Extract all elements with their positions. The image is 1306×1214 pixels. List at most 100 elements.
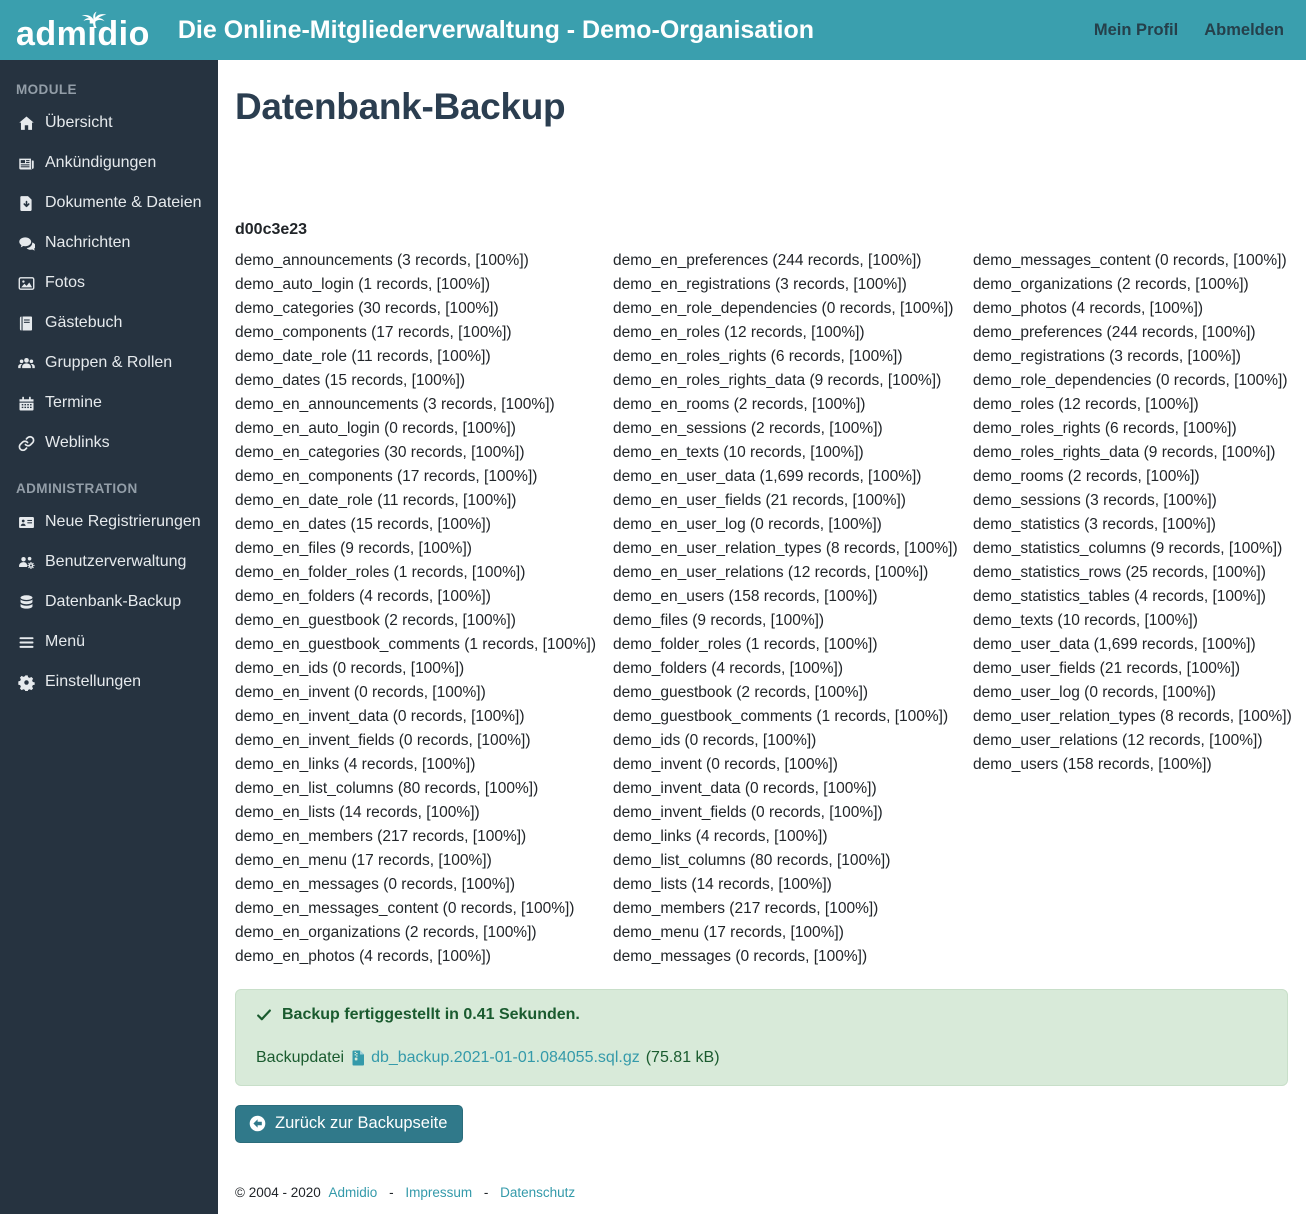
table-entry: demo_guestbook (2 records, [100%]) — [613, 683, 869, 701]
gear-icon — [16, 674, 36, 691]
sidebar-item-label: Übersicht — [45, 114, 113, 131]
table-entry: demo_en_preferences (244 records, [100%]… — [613, 251, 922, 269]
table-entry: demo_en_files (9 records, [100%]) — [235, 539, 472, 557]
table-entry: demo_en_guestbook_comments (1 records, [… — [235, 635, 597, 653]
sidebar-item-label: Nachrichten — [45, 234, 131, 251]
database-icon — [16, 594, 36, 611]
table-entry: demo_en_roles_rights (6 records, [100%]) — [613, 347, 903, 365]
table-entry: demo_en_folder_roles (1 records, [100%]) — [235, 563, 526, 581]
table-entry: demo_members (217 records, [100%]) — [613, 899, 879, 917]
alert-message: Backup fertiggestellt in 0.41 Sekunden. — [282, 1005, 580, 1023]
table-entry: demo_en_members (217 records, [100%]) — [235, 827, 527, 845]
table-entry: demo_photos (4 records, [100%]) — [973, 299, 1204, 317]
table-entry: demo_components (17 records, [100%]) — [235, 323, 512, 341]
table-entry: demo_en_invent (0 records, [100%]) — [235, 683, 486, 701]
table-entry: demo_en_folders (4 records, [100%]) — [235, 587, 491, 605]
table-entry: demo_en_lists (14 records, [100%]) — [235, 803, 480, 821]
table-entry: demo_folder_roles (1 records, [100%]) — [613, 635, 878, 653]
table-entry: demo_en_invent_data (0 records, [100%]) — [235, 707, 525, 725]
table-entry: demo_en_photos (4 records, [100%]) — [235, 947, 491, 965]
sidebar-item-label: Ankündigungen — [45, 154, 157, 171]
sidebar-item-ankundigungen[interactable]: Ankündigungen — [16, 143, 204, 183]
table-entry: demo_dates (15 records, [100%]) — [235, 371, 466, 389]
footer-link-impressum[interactable]: Impressum — [405, 1185, 472, 1200]
table-entry: demo_messages (0 records, [100%]) — [613, 947, 868, 965]
table-entry: demo_folders (4 records, [100%]) — [613, 659, 844, 677]
table-entry: demo_date_role (11 records, [100%]) — [235, 347, 491, 365]
sidebar-item-ubersicht[interactable]: Übersicht — [16, 103, 204, 143]
sidebar-item-label: Einstellungen — [45, 673, 142, 690]
sidebar-item-einstellungen[interactable]: Einstellungen — [16, 662, 204, 702]
sidebar-item-fotos[interactable]: Fotos — [16, 263, 204, 303]
table-entry: demo_organizations (2 records, [100%]) — [973, 275, 1249, 293]
table-entry: demo_menu (17 records, [100%]) — [613, 923, 844, 941]
sidebar-item-neue-registrierungen[interactable]: Neue Registrierungen — [16, 502, 204, 542]
table-entry: demo_statistics_tables (4 records, [100%… — [973, 587, 1266, 605]
sidebar: MODULE Übersicht Ankündigungen Dokumente & … — [0, 60, 218, 1214]
table-entry: demo_en_announcements (3 records, [100%]… — [235, 395, 555, 413]
newspaper-icon — [16, 155, 36, 172]
table-entry: demo_messages_content (0 records, [100%]… — [973, 251, 1287, 269]
table-entry: demo_files (9 records, [100%]) — [613, 611, 825, 629]
nav-mein-profil[interactable]: Mein Profil — [1094, 21, 1178, 40]
table-entry: demo_en_user_data (1,699 records, [100%]… — [613, 467, 922, 485]
table-entry: demo_en_invent_fields (0 records, [100%]… — [235, 731, 531, 749]
sidebar-section-administration: ADMINISTRATION — [16, 481, 138, 496]
footer-link-admidio[interactable]: Admidio — [329, 1185, 378, 1200]
sidebar-item-gruppen-rollen[interactable]: Gruppen & Rollen — [16, 343, 204, 383]
table-entry: demo_en_components (17 records, [100%]) — [235, 467, 538, 485]
header-nav: Mein Profil Abmelden — [1094, 21, 1284, 40]
table-entry: demo_user_relation_types (8 records, [10… — [973, 707, 1292, 725]
table-entry: demo_roles (12 records, [100%]) — [973, 395, 1199, 413]
backup-file-label: Backupdatei — [256, 1048, 345, 1066]
table-entry: demo_preferences (244 records, [100%]) — [973, 323, 1256, 341]
backup-file-size: (75.81 kB) — [645, 1048, 720, 1066]
sidebar-item-label: Weblinks — [45, 434, 110, 451]
table-entry: demo_en_rooms (2 records, [100%]) — [613, 395, 866, 413]
table-entry: demo_statistics_rows (25 records, [100%]… — [973, 563, 1266, 581]
table-entry: demo_ids (0 records, [100%]) — [613, 731, 817, 749]
table-list: demo_announcements (3 records, [100%]) de… — [235, 249, 1292, 969]
sidebar-item-weblinks[interactable]: Weblinks — [16, 423, 204, 463]
users-icon — [16, 355, 36, 372]
table-entry: demo_roles_rights (6 records, [100%]) — [973, 419, 1237, 437]
app-logo[interactable]: admidio — [16, 9, 150, 51]
file-archive-icon — [352, 1050, 365, 1066]
table-entry: demo_en_links (4 records, [100%]) — [235, 755, 476, 773]
app-header: admidio Die Online-Mitgliederverwaltung … — [0, 0, 1306, 60]
sidebar-item-benutzerverwaltung[interactable]: Benutzerverwaltung — [16, 542, 204, 582]
table-list-column: demo_announcements (3 records, [100%]) de… — [235, 249, 613, 969]
link-icon — [16, 435, 36, 452]
table-entry: demo_statistics_columns (9 records, [100… — [973, 539, 1283, 557]
table-entry: demo_en_role_dependencies (0 records, [1… — [613, 299, 954, 317]
check-icon — [256, 1007, 272, 1023]
sidebar-item-label: Termine — [45, 394, 102, 411]
footer-link-datenschutz[interactable]: Datenschutz — [500, 1185, 575, 1200]
sidebar-item-menu[interactable]: Menü — [16, 622, 204, 662]
table-entry: demo_user_log (0 records, [100%]) — [973, 683, 1216, 701]
palm-tree-icon — [79, 2, 109, 36]
table-entry: demo_en_menu (17 records, [100%]) — [235, 851, 492, 869]
table-entry: demo_en_messages (0 records, [100%]) — [235, 875, 516, 893]
table-entry: demo_en_sessions (2 records, [100%]) — [613, 419, 883, 437]
back-to-backup-button[interactable]: Zurück zur Backupseite — [235, 1104, 464, 1143]
sidebar-item-label: Gästebuch — [45, 314, 123, 331]
sidebar-item-label: Datenbank-Backup — [45, 593, 182, 610]
table-entry: demo_announcements (3 records, [100%]) — [235, 251, 529, 269]
sidebar-item-termine[interactable]: Termine — [16, 383, 204, 423]
nav-abmelden[interactable]: Abmelden — [1204, 21, 1284, 40]
table-entry: demo_en_dates (15 records, [100%]) — [235, 515, 491, 533]
sidebar-item-dokumente-dateien[interactable]: Dokumente & Dateien — [16, 183, 204, 223]
table-entry: demo_registrations (3 records, [100%]) — [973, 347, 1241, 365]
table-entry: demo_en_categories (30 records, [100%]) — [235, 443, 525, 461]
book-icon — [16, 315, 36, 332]
backup-file-link[interactable]: db_backup.2021-01-01.084055.sql.gz — [371, 1049, 640, 1067]
sidebar-item-nachrichten[interactable]: Nachrichten — [16, 223, 204, 263]
back-button-label: Zurück zur Backupseite — [275, 1113, 448, 1132]
table-list-column: demo_messages_content (0 records, [100%]… — [973, 249, 1292, 969]
users-cog-icon — [16, 554, 36, 571]
table-entry: demo_auto_login (1 records, [100%]) — [235, 275, 491, 293]
sidebar-item-datenbank-backup[interactable]: Datenbank-Backup — [16, 582, 204, 622]
sidebar-item-gastebuch[interactable]: Gästebuch — [16, 303, 204, 343]
table-entry: demo_guestbook_comments (1 records, [100… — [613, 707, 949, 725]
